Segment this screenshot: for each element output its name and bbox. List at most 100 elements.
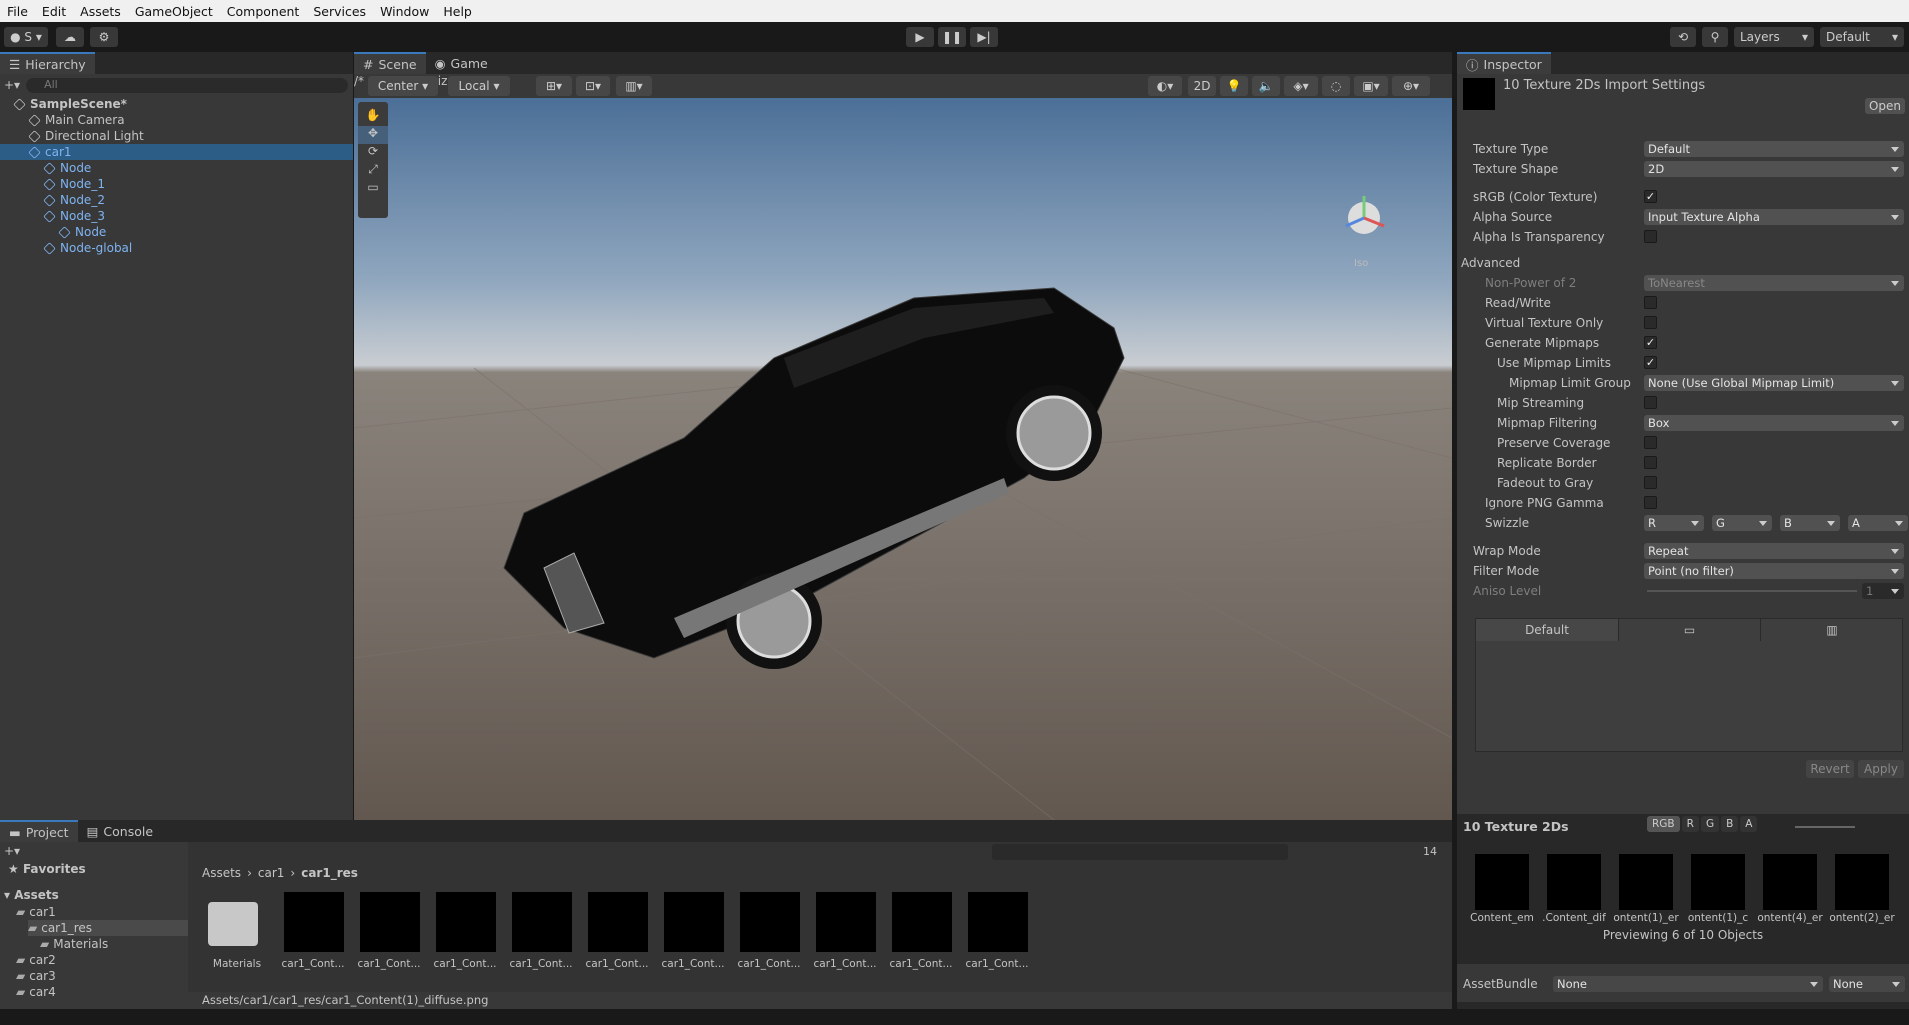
scene-viewport[interactable]: Iso ✋ ✥ ⟳ ⤢ ▭	[354, 98, 1452, 820]
texture-thumbnail[interactable]	[816, 892, 876, 952]
space-dropdown[interactable]: Local ▾	[448, 76, 510, 96]
tab-console[interactable]: ▤ Console	[78, 820, 162, 842]
channel-r-toggle[interactable]: R	[1681, 816, 1699, 832]
field-dropdown[interactable]: Default	[1644, 141, 1904, 157]
account-dropdown[interactable]: ● S ▾	[4, 27, 48, 47]
field-checkbox[interactable]	[1644, 230, 1657, 243]
breadcrumb-assets[interactable]: Assets	[202, 866, 241, 880]
hierarchy-item[interactable]: car1	[0, 144, 353, 160]
menu-component[interactable]: Component	[220, 4, 307, 19]
project-folder-row[interactable]: ▰ Materials	[40, 936, 200, 952]
platform-tab-standalone-icon[interactable]: ▭	[1618, 619, 1760, 641]
history-icon[interactable]: ⟲	[1670, 27, 1696, 47]
field-dropdown[interactable]: ToNearest	[1644, 275, 1904, 291]
menu-services[interactable]: Services	[306, 4, 373, 19]
hierarchy-item[interactable]: Node	[0, 160, 353, 176]
field-dropdown[interactable]: Point (no filter)	[1644, 563, 1904, 579]
revert-button[interactable]: Revert	[1806, 760, 1854, 778]
hierarchy-item[interactable]: Directional Light	[0, 128, 353, 144]
menu-assets[interactable]: Assets	[73, 4, 128, 19]
hierarchy-item[interactable]: Node_2	[0, 192, 353, 208]
gizmos-icon[interactable]: ⊕▾	[1392, 76, 1430, 96]
swizzle-a-dropdown[interactable]: A	[1848, 515, 1908, 531]
texture-thumbnail[interactable]	[436, 892, 496, 952]
menu-file[interactable]: File	[0, 4, 35, 19]
field-checkbox[interactable]	[1644, 316, 1657, 329]
channel-a-toggle[interactable]: A	[1740, 816, 1758, 832]
aniso-value[interactable]: 1	[1862, 583, 1904, 599]
move-tool-icon[interactable]: ✥	[358, 126, 388, 144]
channel-g-toggle[interactable]: G	[1700, 816, 1720, 832]
rect-tool-icon[interactable]: ▭	[358, 180, 388, 198]
texture-thumbnail[interactable]	[968, 892, 1028, 952]
assetbundle-name-dropdown[interactable]: None	[1553, 976, 1823, 992]
swizzle-g-dropdown[interactable]: G	[1712, 515, 1772, 531]
field-checkbox[interactable]: ✓	[1644, 190, 1657, 203]
play-button[interactable]: ▶	[906, 27, 934, 47]
field-dropdown[interactable]: Repeat	[1644, 543, 1904, 559]
hierarchy-item[interactable]: SampleScene*	[0, 96, 353, 112]
collab-icon[interactable]: ⚙	[90, 27, 118, 47]
folder-icon[interactable]	[208, 902, 258, 946]
hierarchy-item[interactable]: Node_1	[0, 176, 353, 192]
project-search[interactable]	[992, 844, 1288, 860]
tab-inspector[interactable]: ⓘ Inspector	[1457, 52, 1551, 74]
hand-tool-icon[interactable]: ✋	[358, 108, 388, 126]
aniso-slider[interactable]	[1647, 590, 1857, 592]
grid-visibility-icon[interactable]: ▥▾	[616, 76, 652, 96]
hierarchy-item[interactable]: Node_3	[0, 208, 353, 224]
hierarchy-search[interactable]: All	[26, 77, 348, 93]
channel-b-toggle[interactable]: B	[1721, 816, 1739, 832]
field-dropdown[interactable]: None (Use Global Mipmap Limit)	[1644, 375, 1904, 391]
hierarchy-item[interactable]: Main Camera	[0, 112, 353, 128]
menu-window[interactable]: Window	[373, 4, 436, 19]
layers-dropdown[interactable]: Layers ▾	[1734, 27, 1814, 47]
texture-thumbnail[interactable]	[360, 892, 420, 952]
field-checkbox[interactable]: ✓	[1644, 336, 1657, 349]
project-folder-row[interactable]: ▰ car2	[16, 952, 176, 968]
inspector-row[interactable]: Advanced	[1457, 254, 1909, 272]
field-checkbox[interactable]	[1644, 296, 1657, 309]
2d-toggle[interactable]: 2D	[1188, 76, 1216, 96]
add-asset-icon[interactable]: +▾	[4, 844, 20, 858]
swizzle-r-dropdown[interactable]: R	[1644, 515, 1704, 531]
field-checkbox[interactable]	[1644, 456, 1657, 469]
snap-increment-icon[interactable]: ⊡▾	[576, 76, 610, 96]
field-checkbox[interactable]	[1644, 436, 1657, 449]
pause-button[interactable]: ❚❚	[938, 27, 966, 47]
layout-dropdown[interactable]: Default ▾	[1820, 27, 1904, 47]
project-folder-row[interactable]: ▰ car4	[16, 984, 176, 1000]
channel-rgb-toggle[interactable]: RGB	[1647, 816, 1680, 832]
apply-button[interactable]: Apply	[1858, 760, 1904, 778]
swizzle-b-dropdown[interactable]: B	[1780, 515, 1840, 531]
open-button[interactable]: Open	[1865, 98, 1905, 114]
field-checkbox[interactable]	[1644, 496, 1657, 509]
assets-row[interactable]: ▾ Assets	[4, 888, 59, 902]
field-checkbox[interactable]	[1644, 396, 1657, 409]
scale-tool-icon[interactable]: ⤢	[358, 162, 388, 180]
pivot-dropdown[interactable]: Center ▾	[368, 76, 438, 96]
projection-label[interactable]: Iso	[1354, 258, 1368, 269]
search-icon[interactable]: ⚲	[1702, 27, 1728, 47]
project-folder-row[interactable]: ▰ car1	[16, 904, 176, 920]
menu-gameobject[interactable]: GameObject	[128, 4, 220, 19]
project-folder-row[interactable]: ▰ car1_res	[28, 920, 188, 936]
field-dropdown[interactable]: Box	[1644, 415, 1904, 431]
rotate-tool-icon[interactable]: ⟳	[358, 144, 388, 162]
hierarchy-item[interactable]: Node	[0, 224, 353, 240]
tab-project[interactable]: ▬ Project	[0, 820, 78, 842]
tab-scene[interactable]: # Scene	[354, 52, 426, 74]
tab-hierarchy[interactable]: ☰ Hierarchy	[0, 52, 95, 74]
lighting-icon[interactable]: 💡	[1220, 76, 1248, 96]
grid-snap-icon[interactable]: ⊞▾	[536, 76, 572, 96]
menu-edit[interactable]: Edit	[35, 4, 73, 19]
hierarchy-item[interactable]: Node-global	[0, 240, 353, 256]
platform-tab-webgl-icon[interactable]: ▥	[1760, 619, 1903, 641]
texture-thumbnail[interactable]	[284, 892, 344, 952]
field-checkbox[interactable]: ✓	[1644, 356, 1657, 369]
add-icon[interactable]: +▾	[4, 78, 20, 92]
step-button[interactable]: ▶|	[970, 27, 998, 47]
texture-thumbnail[interactable]	[740, 892, 800, 952]
cloud-icon[interactable]: ☁	[56, 27, 84, 47]
field-dropdown[interactable]: Input Texture Alpha	[1644, 209, 1904, 225]
